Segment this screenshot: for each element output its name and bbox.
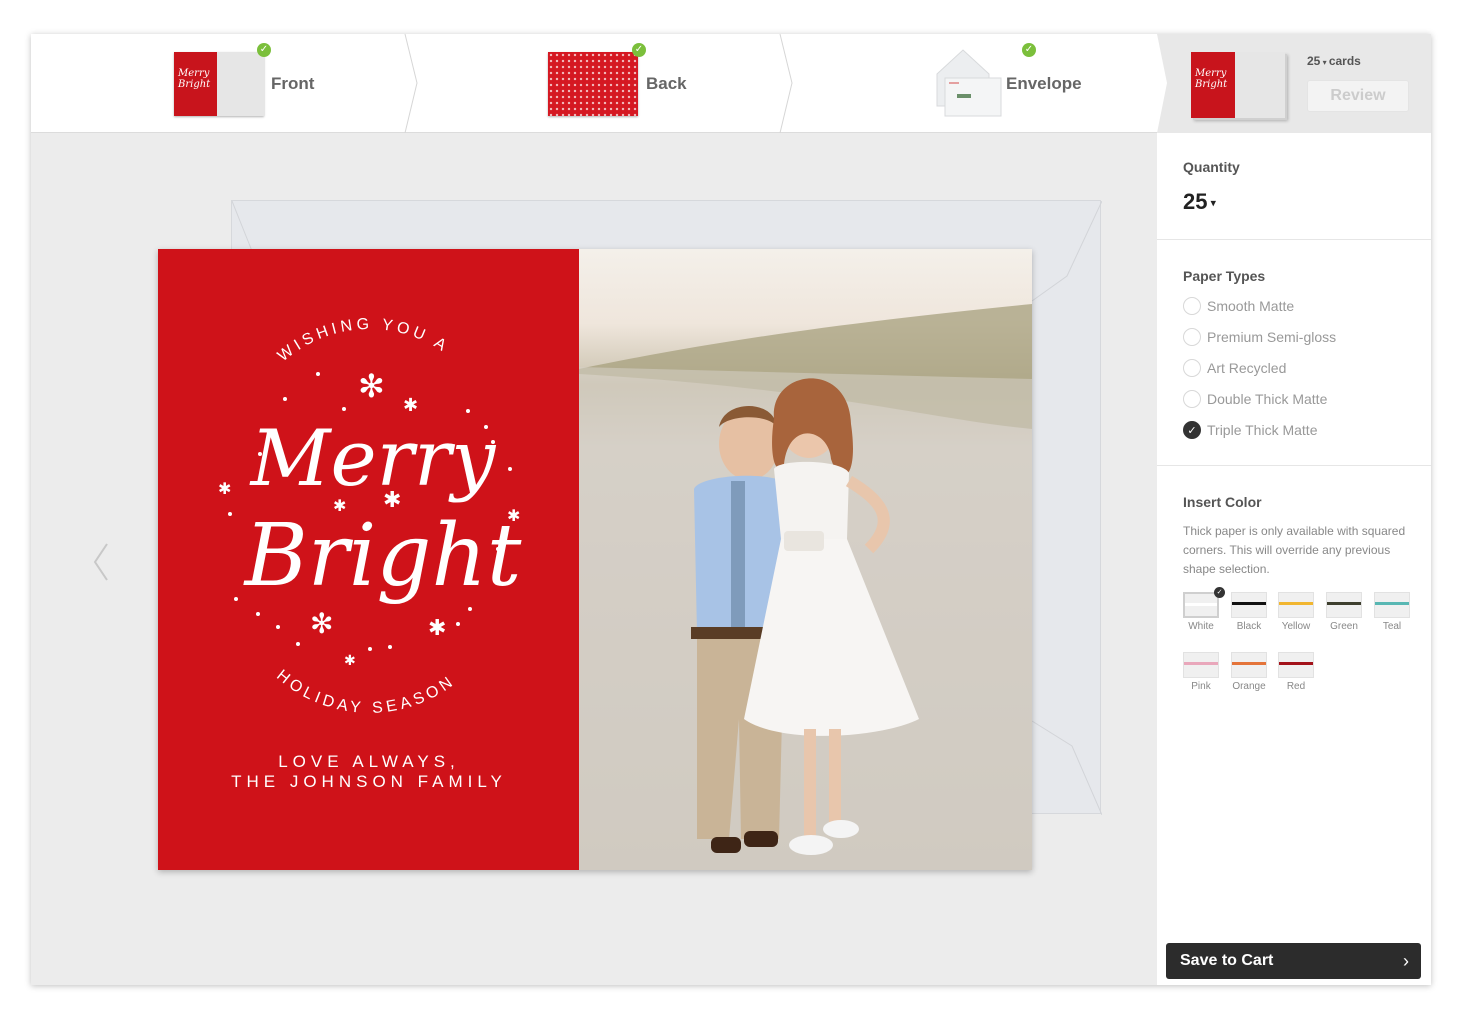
divider [1157, 465, 1431, 466]
family-photo [579, 304, 1032, 870]
swatch-box [1374, 592, 1410, 618]
caret-down-icon: ▾ [1320, 58, 1329, 67]
front-thumbnail: Merry Bright [174, 52, 264, 116]
save-to-cart-button[interactable]: Save to Cart › [1166, 943, 1421, 979]
svg-text:✻: ✻ [310, 607, 333, 640]
swatch-box [1231, 652, 1267, 678]
card-bottom-arc-text: HOLIDAY SEASON [273, 667, 455, 717]
radio-icon[interactable] [1183, 390, 1201, 408]
paper-option-double-thick-matte[interactable]: Double Thick Matte [1183, 389, 1327, 409]
step-front[interactable]: Merry Bright ✓ Front [31, 34, 409, 133]
insert-color-black[interactable]: Black [1231, 592, 1269, 632]
card-script-merry: Merry [249, 414, 497, 504]
svg-text:✱: ✱ [403, 395, 418, 416]
swatch-box [1183, 592, 1219, 618]
greeting-graphic: WISHING YOU A HOLIDAY SEASON Merry Brigh… [218, 316, 522, 791]
insert-color-white[interactable]: ✓ White [1183, 587, 1225, 632]
radio-checked-icon[interactable]: ✓ [1183, 421, 1201, 439]
svg-text:WISHING YOU A: WISHING YOU A [275, 316, 453, 365]
insert-color-green[interactable]: Green [1326, 592, 1364, 632]
insert-color-pink[interactable]: Pink [1183, 652, 1221, 692]
swatch-box [1278, 592, 1314, 618]
radio-icon[interactable] [1183, 297, 1201, 315]
insert-color-red[interactable]: Red [1278, 652, 1316, 692]
card-editor: Merry Bright ✓ Front ✓ Back ✓ Envelope M… [31, 34, 1431, 985]
swatch-box [1231, 592, 1267, 618]
svg-text:✱: ✱ [383, 488, 401, 513]
swatch-box [1278, 652, 1314, 678]
svg-text:✱: ✱ [428, 616, 446, 641]
complete-check-icon: ✓ [632, 43, 646, 57]
insert-color-title: Insert Color [1183, 494, 1262, 510]
insert-color-yellow[interactable]: Yellow [1278, 592, 1316, 632]
swatch-box [1326, 592, 1362, 618]
back-thumbnail [548, 52, 638, 116]
svg-text:✱: ✱ [333, 496, 346, 515]
card-top-arc-text: WISHING YOU A [275, 316, 449, 365]
insert-color-teal[interactable]: Teal [1374, 592, 1412, 632]
svg-text:✱: ✱ [344, 653, 356, 669]
radio-icon[interactable] [1183, 328, 1201, 346]
step-back[interactable]: ✓ Back [416, 34, 786, 133]
svg-text:HOLIDAY SEASON: HOLIDAY SEASON [273, 667, 459, 717]
complete-check-icon: ✓ [1022, 43, 1036, 57]
options-panel: Quantity 25 ▾ Paper Types Smooth Matte P… [1157, 133, 1431, 985]
step-divider [1157, 34, 1167, 133]
selected-check-icon: ✓ [1214, 587, 1225, 598]
paper-types-title: Paper Types [1183, 268, 1266, 284]
review-thumbnail: Merry Bright [1191, 52, 1285, 118]
review-quantity[interactable]: 25 ▾ cards [1307, 54, 1361, 68]
step-front-label: Front [271, 74, 315, 93]
svg-text:✱: ✱ [218, 479, 231, 498]
card-text-panel: WISHING YOU A HOLIDAY SEASON Merry Brigh… [158, 249, 579, 870]
radio-icon[interactable] [1183, 359, 1201, 377]
step-back-label: Back [646, 74, 687, 93]
card-preview: WISHING YOU A HOLIDAY SEASON Merry Brigh… [158, 249, 1032, 870]
step-envelope-label: Envelope [1006, 74, 1082, 93]
divider [1157, 239, 1431, 240]
previous-arrow-icon[interactable] [91, 542, 111, 582]
review-button[interactable]: Review [1307, 80, 1409, 112]
insert-note: Thick paper is only available with squar… [1183, 524, 1406, 576]
card-signoff-line2: THE JOHNSON FAMILY [231, 772, 507, 791]
paper-option-smooth-matte[interactable]: Smooth Matte [1183, 296, 1294, 316]
svg-text:✻: ✻ [358, 367, 385, 405]
insert-color-orange[interactable]: Orange [1231, 652, 1269, 692]
card-signoff-line1: LOVE ALWAYS, [278, 752, 460, 771]
caret-down-icon: ▾ [1207, 197, 1217, 210]
step-envelope[interactable]: ✓ Envelope [791, 34, 1161, 133]
paper-option-art-recycled[interactable]: Art Recycled [1183, 358, 1286, 378]
svg-text:✱: ✱ [507, 506, 520, 525]
step-bar: Merry Bright ✓ Front ✓ Back ✓ Envelope M… [31, 34, 1431, 133]
chevron-right-icon: › [1403, 951, 1409, 971]
paper-option-premium-semi-gloss[interactable]: Premium Semi-gloss [1183, 327, 1336, 347]
envelope-thumbnail [936, 49, 1002, 117]
card-script-bright: Bright [243, 506, 522, 606]
quantity-select[interactable]: 25 ▾ [1183, 189, 1216, 215]
paper-option-triple-thick-matte[interactable]: ✓ Triple Thick Matte [1183, 420, 1317, 440]
swatch-box [1183, 652, 1219, 678]
review-step: Merry Bright 25 ▾ cards Review [1157, 34, 1431, 133]
card-photo [579, 249, 1032, 870]
quantity-title: Quantity [1183, 159, 1240, 175]
complete-check-icon: ✓ [257, 43, 271, 57]
